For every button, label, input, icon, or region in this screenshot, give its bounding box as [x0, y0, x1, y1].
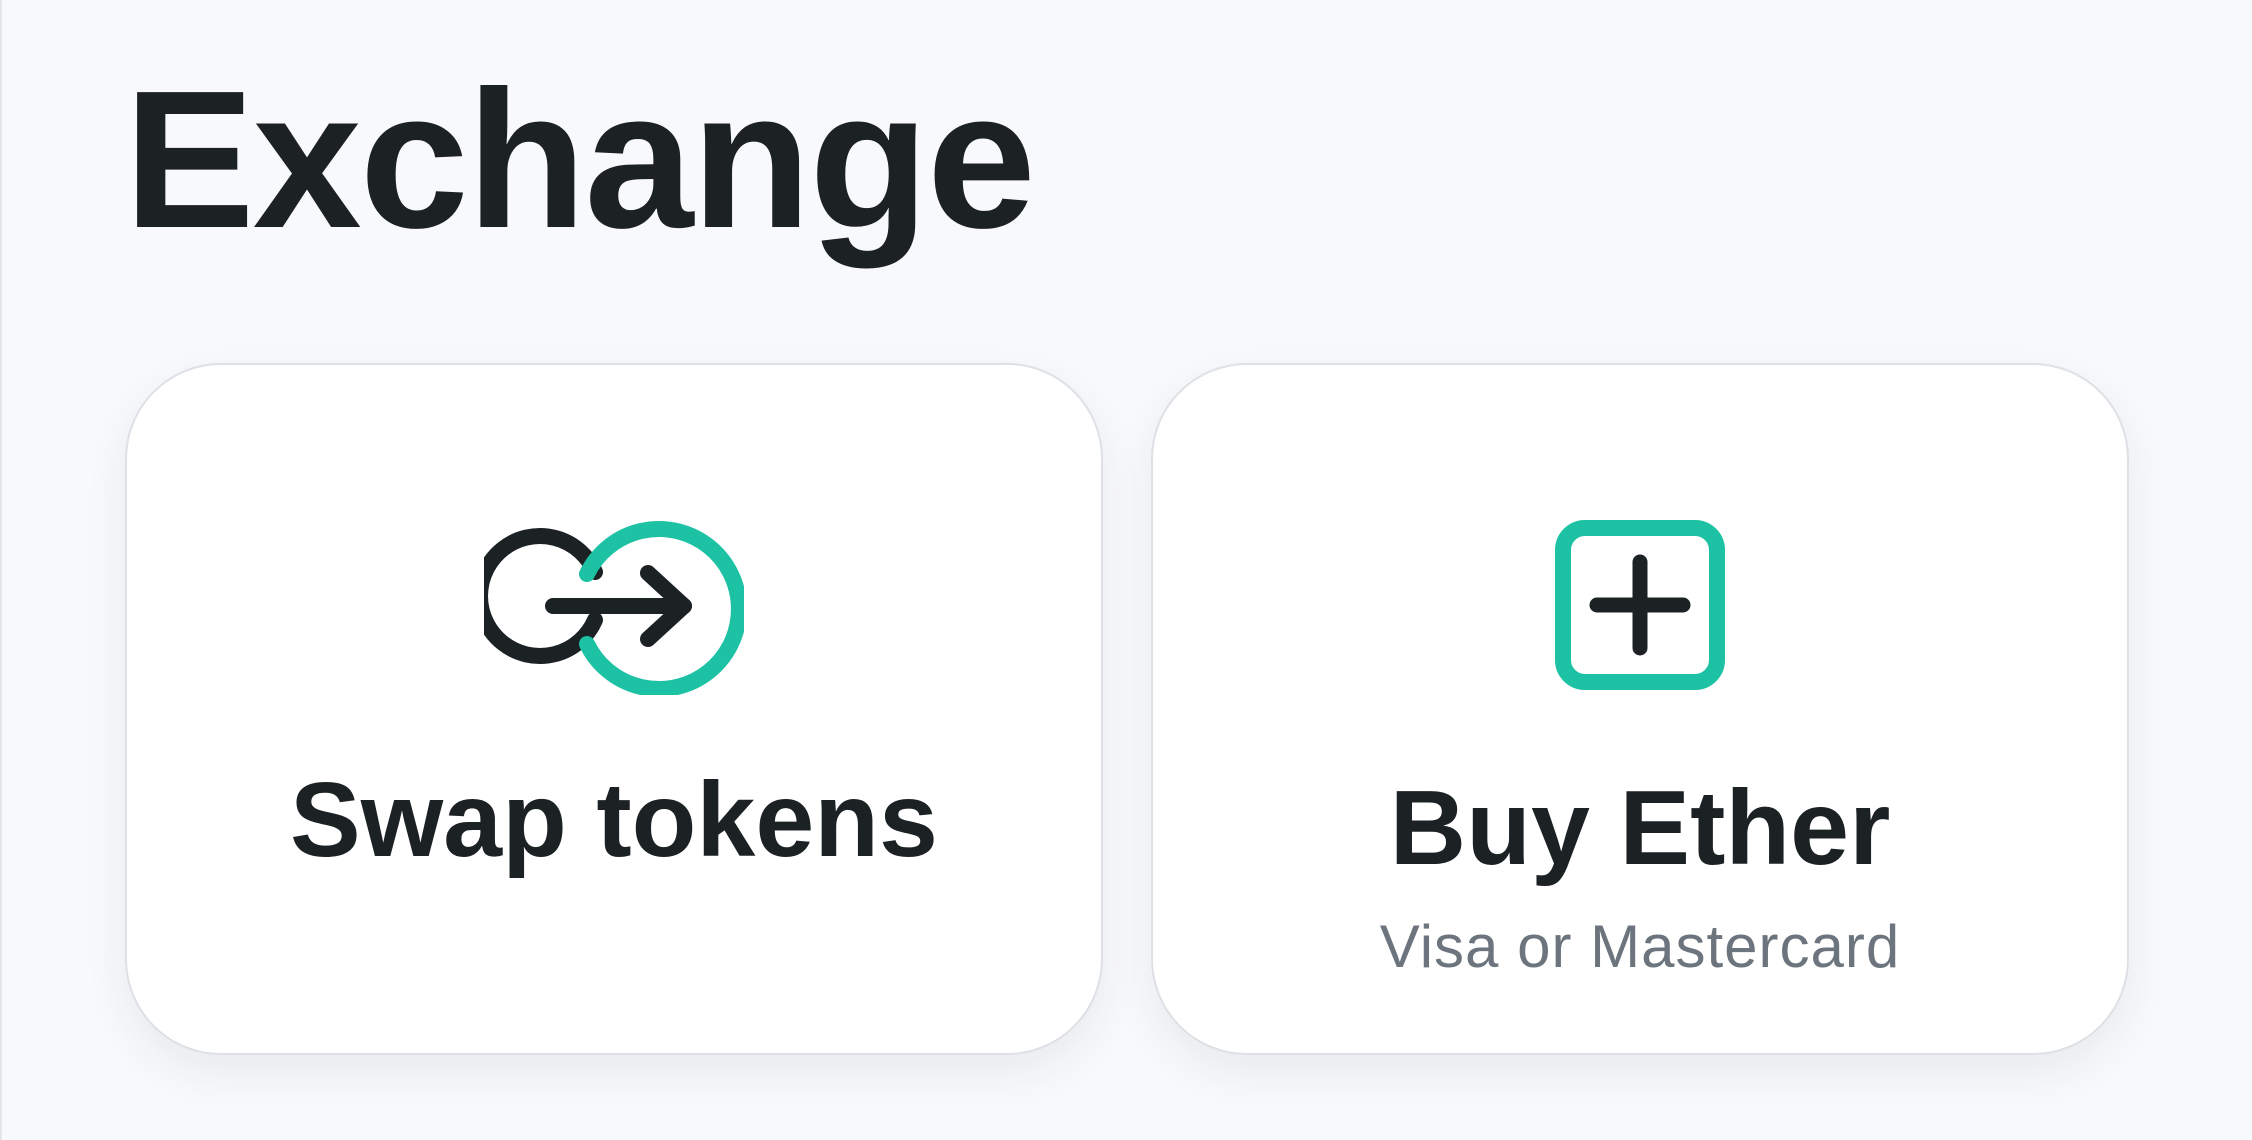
- buy-ether-card[interactable]: Buy Ether Visa or Mastercard: [1151, 363, 2129, 1055]
- buy-ether-label: Buy Ether: [1389, 769, 1891, 887]
- payment-methods-label: Visa or Mastercard: [1379, 913, 1901, 980]
- swap-tokens-label: Swap tokens: [290, 761, 938, 879]
- page-title: Exchange: [124, 50, 1036, 269]
- plus-square-icon: [1550, 515, 1730, 695]
- exchange-page: Exchange Swap tokens Buy Ether Visa or M…: [0, 0, 2252, 1140]
- swap-icon: [484, 515, 744, 695]
- swap-tokens-card[interactable]: Swap tokens: [125, 363, 1103, 1055]
